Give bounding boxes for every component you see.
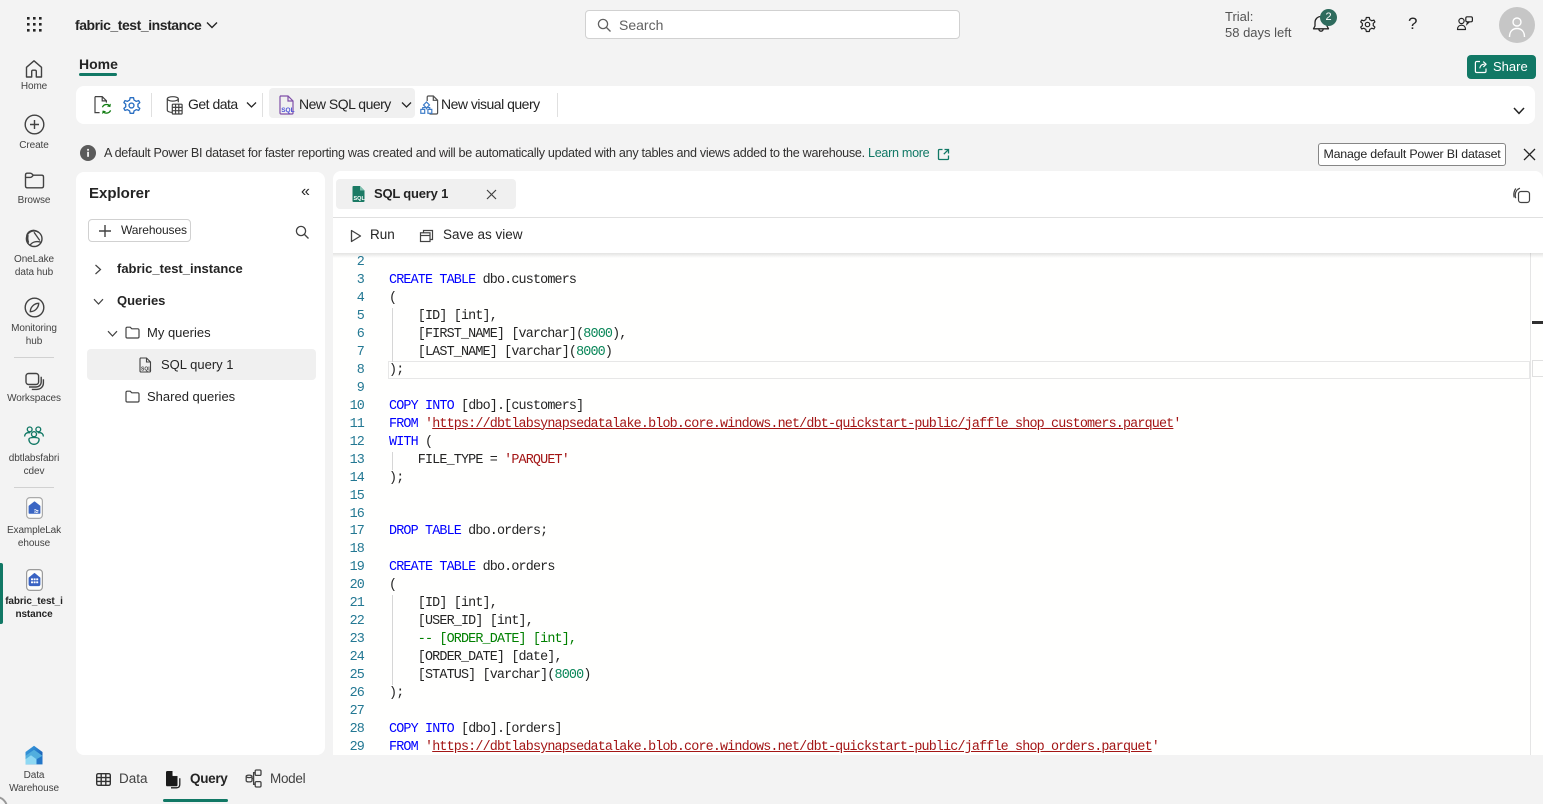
svg-text:SQL: SQL — [141, 367, 151, 373]
svg-text:SQL: SQL — [281, 107, 294, 114]
svg-text:SQL: SQL — [354, 196, 366, 202]
